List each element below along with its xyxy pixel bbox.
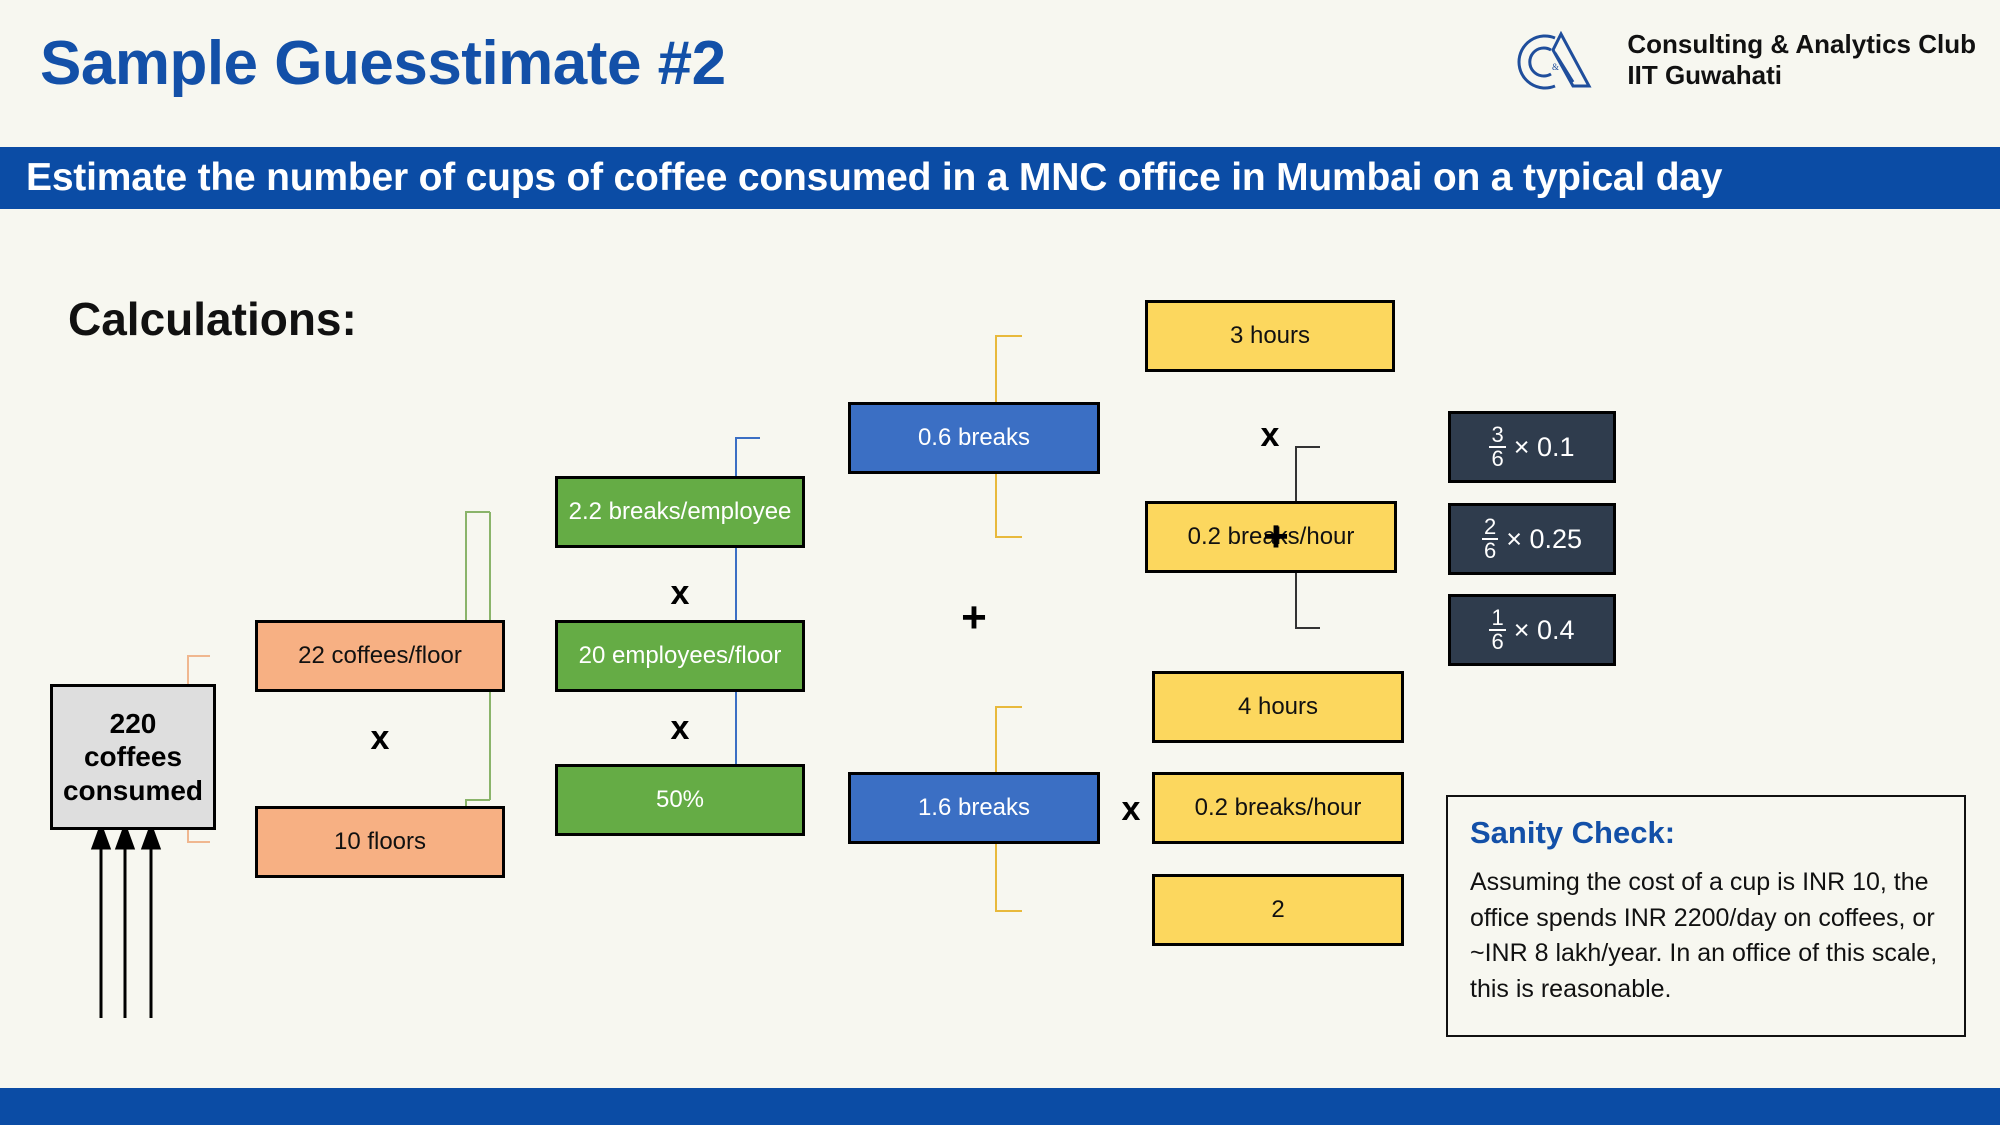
fraction-numerator: 3 xyxy=(1491,422,1504,447)
box-fraction-3: 1 6 × 0.4 xyxy=(1448,594,1616,666)
question-text: Estimate the number of cups of coffee co… xyxy=(26,156,1723,199)
fraction-denominator: 6 xyxy=(1489,629,1506,654)
box-label: 1.6 breaks xyxy=(917,794,1031,821)
box-label: 2 xyxy=(1271,896,1285,923)
box-employees-per-floor: 20 employees/floor xyxy=(555,620,805,692)
box-breaks-per-hour-lower: 0.2 breaks/hour xyxy=(1152,772,1404,844)
operator-multiply-green-1: x xyxy=(670,573,690,612)
result-label: 220 coffees consumed xyxy=(62,708,204,806)
sanity-check-title: Sanity Check: xyxy=(1470,815,1676,850)
box-label: 0.2 breaks/hour xyxy=(1194,794,1362,821)
box-breaks-lower: 1.6 breaks xyxy=(848,772,1100,844)
operator-multiply-orange: x xyxy=(370,718,390,757)
operator-multiply-yellow-top: x xyxy=(1260,415,1280,454)
question-banner: Estimate the number of cups of coffee co… xyxy=(0,147,2000,209)
box-label: 0.6 breaks xyxy=(917,424,1031,451)
fraction-numerator: 1 xyxy=(1491,605,1504,630)
box-label: 20 employees/floor xyxy=(578,642,782,669)
fraction: 2 6 xyxy=(1481,514,1499,563)
box-label: 3 hours xyxy=(1229,322,1311,349)
slide-root: Sample Guesstimate #2 & Consulting & Ana… xyxy=(0,0,2000,1125)
operator-plus-blue: + xyxy=(961,593,987,642)
input-arrows xyxy=(90,821,162,1018)
box-label: 10 floors xyxy=(333,828,427,855)
section-heading: Calculations: xyxy=(68,293,357,345)
box-breaks-per-employee: 2.2 breaks/employee xyxy=(555,476,805,548)
box-fraction-2: 2 6 × 0.25 xyxy=(1448,503,1616,575)
logo-line-2: IIT Guwahati xyxy=(1627,60,1782,90)
sanity-check-body: Assuming the cost of a cup is INR 10, th… xyxy=(1470,868,1938,1003)
svg-text:&: & xyxy=(1552,62,1559,72)
footer-bar xyxy=(0,1088,2000,1125)
box-label: 22 coffees/floor xyxy=(298,642,462,669)
operator-multiply-yellow-bottom: x xyxy=(1121,789,1141,828)
fraction: 3 6 xyxy=(1489,422,1506,471)
logo-line-1: Consulting & Analytics Club xyxy=(1627,29,1976,60)
sanity-check-panel: Sanity Check: Assuming the cost of a cup… xyxy=(1446,795,1966,1037)
fraction-multiplier: × 0.25 xyxy=(1506,523,1583,554)
box-label: 4 hours xyxy=(1237,693,1319,720)
box-label: 50% xyxy=(655,786,705,813)
box-cups-per-break: 2 xyxy=(1152,874,1404,946)
box-floors: 10 floors xyxy=(255,806,505,878)
box-coffees-per-floor: 22 coffees/floor xyxy=(255,620,505,692)
ca-monogram-logo-icon: & xyxy=(1517,30,1592,90)
result-box: 220 coffees consumed xyxy=(50,684,216,830)
fraction-denominator: 6 xyxy=(1481,538,1499,563)
box-breaks-upper: 0.6 breaks xyxy=(848,402,1100,474)
box-label: 2.2 breaks/employee xyxy=(568,498,792,525)
fraction-multiplier: × 0.1 xyxy=(1513,431,1575,462)
box-fraction-1: 3 6 × 0.1 xyxy=(1448,411,1616,483)
fraction-denominator: 6 xyxy=(1489,446,1506,471)
fraction-numerator: 2 xyxy=(1483,514,1497,539)
club-logo: & Consulting & Analytics Club IIT Guwaha… xyxy=(1509,24,1976,96)
page-title: Sample Guesstimate #2 xyxy=(40,29,726,98)
box-hours-upper: 3 hours xyxy=(1145,300,1395,372)
box-hours-lower: 4 hours xyxy=(1152,671,1404,743)
box-percent-employees: 50% xyxy=(555,764,805,836)
fraction: 1 6 xyxy=(1489,605,1506,654)
fraction-multiplier: × 0.4 xyxy=(1513,614,1575,645)
operator-plus-dark: + xyxy=(1263,512,1289,561)
operator-multiply-green-2: x xyxy=(670,708,690,747)
